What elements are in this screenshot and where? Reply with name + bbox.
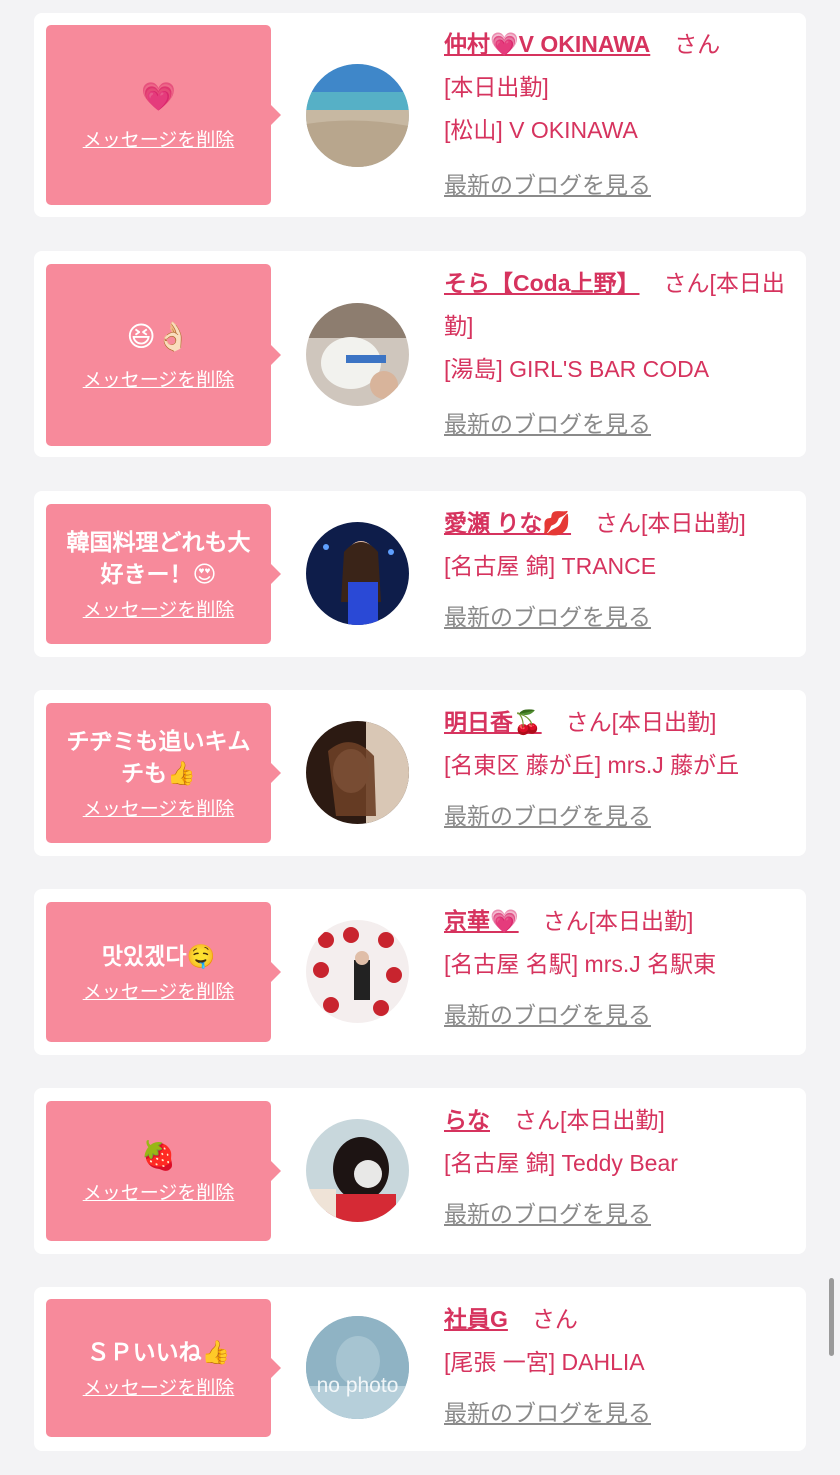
message-bubble: チヂミも追いキムチも👍 メッセージを削除 — [46, 703, 281, 843]
message-text: 韓国料理どれも大好きー！😍 — [66, 529, 251, 588]
no-photo-text: no photo — [316, 1374, 399, 1397]
list-item: 맛있겠다🤤 メッセージを削除 京華💗 さん[本日出勤] [名古屋 名駅] mrs.… — [34, 889, 806, 1055]
latest-blog-link[interactable]: 最新のブログを見る — [444, 1392, 651, 1435]
latest-blog-link[interactable]: 最新のブログを見る — [444, 1193, 651, 1236]
delete-message-link[interactable]: メッセージを削除 — [83, 794, 235, 821]
latest-blog-link[interactable]: 最新のブログを見る — [444, 164, 651, 207]
message-bubble: 💗 メッセージを削除 — [46, 25, 281, 205]
item-info: そら【Coda上野】 さん[本日出勤] [湯島] GIRL'S BAR CODA … — [444, 262, 794, 446]
shop-text: [尾張 一宮] DAHLIA — [444, 1349, 645, 1375]
honorific: さん[本日出勤] — [514, 1107, 665, 1133]
delete-message-link[interactable]: メッセージを削除 — [83, 125, 235, 152]
shop-text: [名古屋 錦] TRANCE — [444, 553, 657, 579]
item-info: 社員G さん [尾張 一宮] DAHLIA 最新のブログを見る — [444, 1298, 794, 1435]
message-bubble: 😆👌🏻 メッセージを削除 — [46, 264, 281, 446]
list-item: 韓国料理どれも大好きー！😍 メッセージを削除 愛瀬 りな💋 さん[本日出勤] [名… — [34, 491, 806, 657]
member-name-link[interactable]: そら【Coda上野】 — [444, 270, 640, 296]
list-item: 🍓 メッセージを削除 らな さん[本日出勤] [名古屋 錦] Teddy Bear… — [34, 1088, 806, 1254]
status-text: [本日出勤] — [444, 74, 549, 100]
plush-photo-icon — [306, 303, 409, 406]
beach-photo-icon — [306, 64, 409, 167]
message-bubble: 🍓 メッセージを削除 — [46, 1101, 281, 1241]
delete-message-link[interactable]: メッセージを削除 — [83, 1373, 235, 1400]
member-name-link[interactable]: 明日香🍒 — [444, 709, 542, 735]
list-item: 💗 メッセージを削除 仲村💗V OKINAWA さん [本日出勤] [松山] V … — [34, 13, 806, 217]
message-bubble: 맛있겠다🤤 メッセージを削除 — [46, 902, 281, 1042]
avatar[interactable] — [306, 64, 409, 167]
message-text: 💗 — [141, 79, 176, 113]
scrollbar[interactable] — [829, 1278, 834, 1356]
delete-message-link[interactable]: メッセージを削除 — [83, 977, 235, 1004]
item-info: 明日香🍒 さん[本日出勤] [名東区 藤が丘] mrs.J 藤が丘 最新のブログを… — [444, 701, 794, 838]
member-name-link[interactable]: 仲村💗V OKINAWA — [444, 31, 650, 57]
member-name-link[interactable]: 京華💗 — [444, 908, 519, 934]
avatar[interactable]: no photo — [306, 1316, 409, 1419]
portrait-photo-icon — [306, 522, 409, 625]
shop-text: [湯島] GIRL'S BAR CODA — [444, 356, 710, 382]
latest-blog-link[interactable]: 最新のブログを見る — [444, 596, 651, 639]
avatar[interactable] — [306, 721, 409, 824]
shop-text: [名古屋 名駅] mrs.J 名駅東 — [444, 951, 717, 977]
member-name-link[interactable]: 社員G — [444, 1306, 508, 1332]
item-info: 仲村💗V OKINAWA さん [本日出勤] [松山] V OKINAWA 最新の… — [444, 23, 794, 207]
no-photo-icon — [306, 1316, 409, 1419]
message-text: 🍓 — [141, 1138, 176, 1172]
delete-message-link[interactable]: メッセージを削除 — [83, 365, 235, 392]
honorific: さん — [531, 1306, 578, 1332]
portrait-photo-icon — [306, 1119, 409, 1222]
honorific: さん[本日出勤] — [542, 908, 694, 934]
delete-message-link[interactable]: メッセージを削除 — [83, 595, 235, 622]
item-info: 愛瀬 りな💋 さん[本日出勤] [名古屋 錦] TRANCE 最新のブログを見る — [444, 502, 794, 639]
shop-text: [名古屋 錦] Teddy Bear — [444, 1150, 678, 1176]
latest-blog-link[interactable]: 最新のブログを見る — [444, 795, 651, 838]
message-text: 맛있겠다🤤 — [101, 943, 216, 970]
honorific: さん[本日出勤] — [595, 510, 746, 536]
honorific: さん[本日出勤] — [565, 709, 717, 735]
avatar[interactable] — [306, 920, 409, 1023]
list-item: ＳＰいいね👍 メッセージを削除 no photo 社員G さん [尾張 一宮] D… — [34, 1287, 806, 1451]
cherry-photo-icon — [306, 920, 409, 1023]
delete-message-link[interactable]: メッセージを削除 — [83, 1178, 235, 1205]
shop-text: [名東区 藤が丘] mrs.J 藤が丘 — [444, 752, 740, 778]
item-info: らな さん[本日出勤] [名古屋 錦] Teddy Bear 最新のブログを見る — [444, 1099, 794, 1236]
latest-blog-link[interactable]: 最新のブログを見る — [444, 403, 651, 446]
list-item: チヂミも追いキムチも👍 メッセージを削除 明日香🍒 さん[本日出勤] [名東区 藤… — [34, 690, 806, 856]
avatar[interactable] — [306, 303, 409, 406]
message-bubble: ＳＰいいね👍 メッセージを削除 — [46, 1299, 281, 1437]
honorific: さん — [674, 31, 721, 57]
avatar[interactable] — [306, 522, 409, 625]
message-text: チヂミも追いキムチも👍 — [66, 728, 251, 787]
shop-text: [松山] V OKINAWA — [444, 117, 638, 143]
message-text: ＳＰいいね👍 — [86, 1339, 231, 1366]
member-name-link[interactable]: らな — [444, 1107, 490, 1133]
message-text: 😆👌🏻 — [126, 319, 191, 353]
item-info: 京華💗 さん[本日出勤] [名古屋 名駅] mrs.J 名駅東 最新のブログを見る — [444, 900, 794, 1037]
message-bubble: 韓国料理どれも大好きー！😍 メッセージを削除 — [46, 504, 281, 644]
list-item: 😆👌🏻 メッセージを削除 そら【Coda上野】 さん[本日出勤] [湯島] GIR… — [34, 251, 806, 457]
member-name-link[interactable]: 愛瀬 りな💋 — [444, 510, 571, 536]
portrait-photo-icon — [306, 721, 409, 824]
avatar[interactable] — [306, 1119, 409, 1222]
latest-blog-link[interactable]: 最新のブログを見る — [444, 994, 651, 1037]
